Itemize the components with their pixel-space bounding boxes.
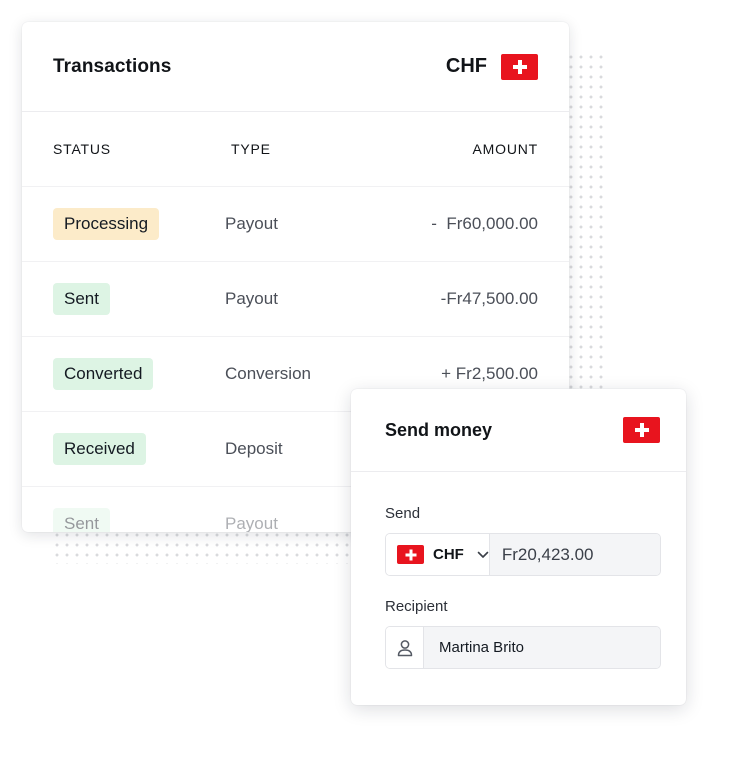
amount-input[interactable] <box>489 534 660 575</box>
send-amount-field: CHF <box>385 533 661 576</box>
table-header: STATUS TYPE AMOUNT <box>22 112 569 187</box>
column-header-type[interactable]: TYPE <box>231 141 473 157</box>
table-row[interactable]: Sent Payout -Fr47,500.00 <box>22 262 569 337</box>
swiss-flag-icon <box>501 53 538 80</box>
dot-pattern-decoration <box>566 52 606 392</box>
dot-pattern-decoration <box>52 530 382 564</box>
send-label: Send <box>385 505 421 522</box>
status-badge: Received <box>53 433 146 465</box>
transaction-type: Payout <box>225 289 278 308</box>
transaction-amount: - Fr60,000.00 <box>431 214 538 233</box>
column-header-amount[interactable]: AMOUNT <box>473 141 538 157</box>
recipient-label: Recipient <box>385 598 448 615</box>
currency-select-value: CHF <box>433 546 464 563</box>
status-badge: Sent <box>53 508 110 532</box>
send-money-header: Send money <box>351 389 686 472</box>
status-badge: Converted <box>53 358 154 390</box>
transaction-amount: -Fr47,500.00 <box>440 289 538 308</box>
transaction-type: Payout <box>225 214 278 233</box>
status-badge: Processing <box>53 208 160 240</box>
transaction-amount: + Fr2,500.00 <box>441 364 538 383</box>
transactions-header: Transactions CHF <box>22 22 569 112</box>
table-row[interactable]: Processing Payout - Fr60,000.00 <box>22 187 569 262</box>
chevron-down-icon <box>477 551 489 558</box>
transactions-title: Transactions <box>53 55 172 77</box>
currency-indicator[interactable]: CHF <box>445 53 538 80</box>
swiss-flag-icon <box>623 417 660 443</box>
user-icon <box>386 627 424 668</box>
column-header-status[interactable]: STATUS <box>53 141 231 157</box>
recipient-field <box>385 626 661 669</box>
send-money-card: Send money Send CHF Recipient <box>351 389 686 705</box>
send-money-title: Send money <box>385 419 493 440</box>
transaction-type: Conversion <box>225 364 311 383</box>
recipient-input[interactable] <box>424 627 660 668</box>
currency-code: CHF <box>445 55 487 77</box>
currency-select[interactable]: CHF <box>386 534 490 575</box>
status-badge: Sent <box>53 283 110 315</box>
swiss-flag-icon <box>397 545 424 564</box>
